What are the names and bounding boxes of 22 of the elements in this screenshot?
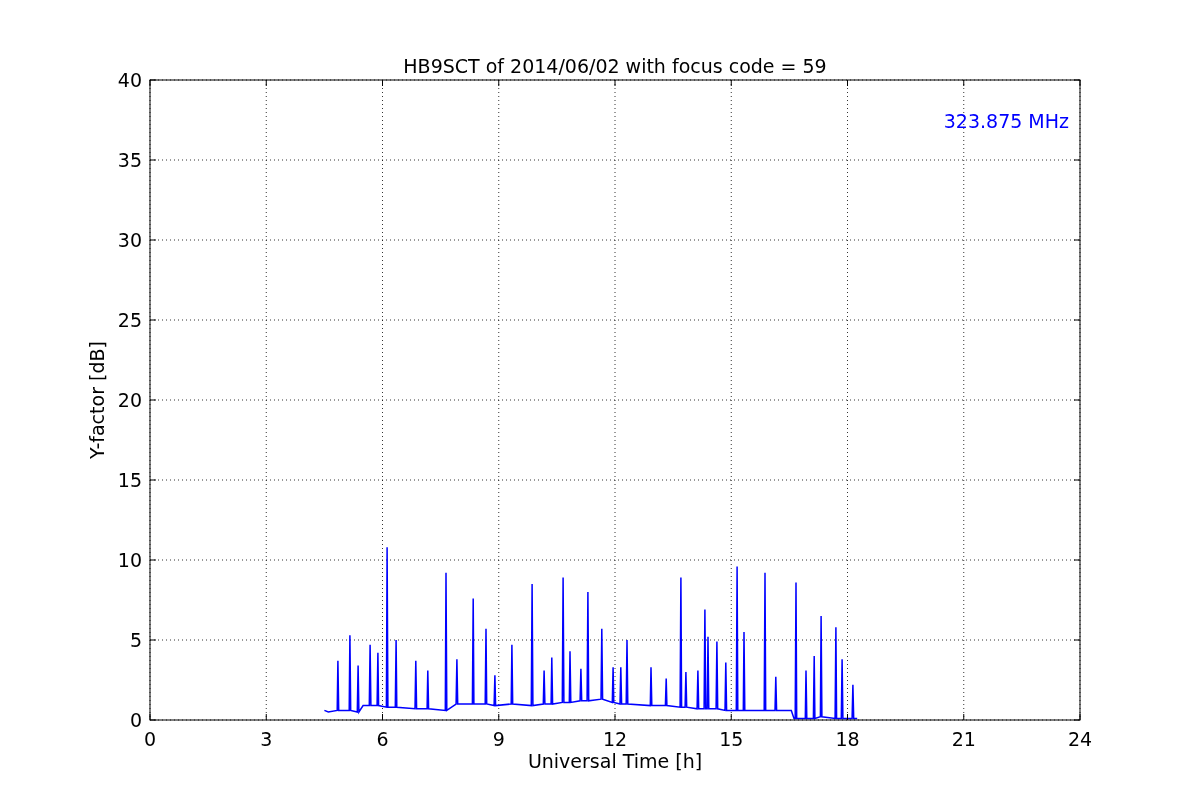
chart-title: HB9SCT of 2014/06/02 with focus code = 59 — [403, 55, 827, 77]
x-axis-label: Universal Time [h] — [527, 750, 703, 772]
y-tick-label: 40 — [117, 69, 142, 91]
x-tick-label: 12 — [602, 728, 628, 750]
y-tick-label: 10 — [117, 549, 142, 571]
x-tick-label: 21 — [951, 728, 976, 750]
x-tick-label: 3 — [260, 728, 273, 750]
x-tick-label: 9 — [492, 728, 505, 750]
x-tick-label: 6 — [376, 728, 389, 750]
y-tick-label: 0 — [129, 709, 142, 731]
series-label: 323.875 MHz — [943, 110, 1069, 132]
x-tick-label: 0 — [143, 728, 157, 750]
y-tick-label: 30 — [117, 229, 142, 251]
y-tick-label: 25 — [117, 309, 142, 331]
x-tick-label: 15 — [719, 728, 744, 750]
y-tick-label: 20 — [117, 389, 142, 411]
x-tick-label: 24 — [1067, 728, 1093, 750]
y-tick-label: 15 — [117, 469, 142, 491]
y-tick-label: 5 — [129, 629, 142, 651]
x-tick-label: 18 — [835, 728, 860, 750]
y-tick-label: 35 — [117, 149, 142, 171]
y-axis-label: Y-factor [dB] — [86, 341, 108, 459]
